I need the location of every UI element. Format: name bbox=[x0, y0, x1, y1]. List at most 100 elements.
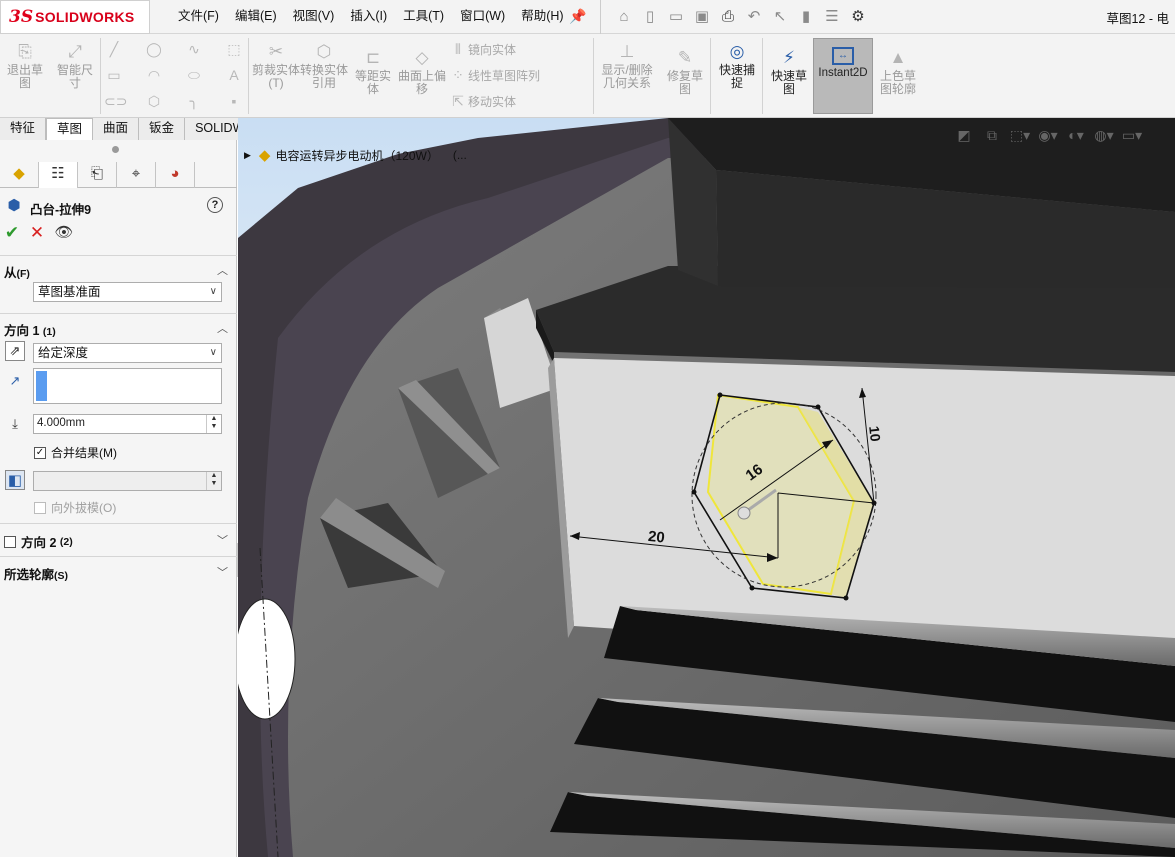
depth-spinner[interactable]: ▲ ▼ bbox=[206, 415, 221, 433]
section-view-icon[interactable]: ⧉ bbox=[978, 127, 1006, 144]
draft-outward-checkbox[interactable]: 向外拔模(O) bbox=[34, 499, 116, 516]
direction-reference-field[interactable] bbox=[33, 368, 222, 404]
horizontal-dimension-text[interactable]: 20 bbox=[647, 528, 665, 547]
file-properties-icon[interactable]: ☰ bbox=[819, 7, 845, 27]
circle-tool[interactable]: ◯ bbox=[144, 40, 164, 58]
help-button[interactable]: ? bbox=[207, 197, 223, 213]
dimxpert-tab-icon[interactable]: ⌖ bbox=[117, 162, 156, 188]
print-icon[interactable]: ⎙ bbox=[715, 7, 741, 27]
ellipse-tool[interactable]: ⬭ bbox=[184, 66, 204, 84]
display-delete-relations-button[interactable]: ⊥ 显示/删除几何关系 bbox=[596, 42, 658, 90]
select-icon[interactable]: ↖ bbox=[767, 7, 793, 27]
selected-contours-group-header[interactable]: 所选轮廓(S) bbox=[4, 564, 68, 583]
home-icon[interactable]: ⌂ bbox=[611, 7, 637, 27]
from-group-header[interactable]: 从(F) bbox=[4, 262, 30, 281]
direction1-label: 方向 1 bbox=[4, 324, 40, 338]
part-name: 电容运转异步电动机（120W） bbox=[275, 148, 439, 163]
smart-dimension-button[interactable]: ⤢ 智能尺寸 bbox=[52, 42, 98, 90]
rebuild-icon[interactable]: ▮ bbox=[793, 7, 819, 27]
tab-surfaces[interactable]: 曲面 bbox=[93, 118, 140, 140]
rectangle-tool[interactable]: ▭ bbox=[104, 66, 124, 84]
offset-entities-button[interactable]: ⊏ 等距实体 bbox=[350, 48, 396, 96]
fillet-tool[interactable]: ╮ bbox=[184, 92, 204, 110]
draft-spinner[interactable]: ▲ ▼ bbox=[206, 472, 221, 490]
display-style-icon[interactable]: ◉▾ bbox=[1034, 127, 1062, 144]
options-icon[interactable]: ⚙ bbox=[845, 7, 871, 27]
text-tool[interactable]: A bbox=[224, 66, 244, 84]
direction2-group-header[interactable]: 方向 2 (2) bbox=[4, 532, 73, 551]
offset-on-surface-button[interactable]: ◇ 曲面上偏移 bbox=[398, 48, 446, 96]
reverse-direction-icon[interactable]: ⇗ bbox=[5, 341, 25, 361]
cancel-button[interactable]: ✕ bbox=[27, 223, 47, 243]
checkbox-icon bbox=[4, 535, 16, 548]
draft-angle-input[interactable]: ▲ ▼ bbox=[33, 471, 222, 491]
menu-window[interactable]: 窗口(W) bbox=[452, 0, 513, 34]
convert-entities-button[interactable]: ⬡ 转换实体引用 bbox=[300, 42, 348, 90]
rectangle-icon: ▭ bbox=[107, 66, 121, 83]
chevron-up-icon[interactable]: ︿ bbox=[217, 320, 228, 336]
selected-contours-key: (S) bbox=[54, 570, 69, 582]
chevron-up-icon[interactable]: ︿ bbox=[217, 262, 228, 278]
new-document-icon[interactable]: ▯ bbox=[637, 7, 663, 27]
exit-sketch-button[interactable]: ⎘ 退出草图 bbox=[2, 42, 48, 90]
expand-arrow-icon[interactable]: ▶ bbox=[244, 150, 251, 161]
undo-icon[interactable]: ↶ bbox=[741, 7, 767, 27]
slot-tool[interactable]: ⊂⊃ bbox=[104, 92, 127, 110]
previous-view-icon[interactable]: ◩ bbox=[950, 127, 978, 144]
point-tool[interactable]: ▪ bbox=[224, 92, 244, 110]
menu-insert[interactable]: 插入(I) bbox=[342, 0, 395, 34]
view-settings-icon[interactable]: ▭▾ bbox=[1118, 127, 1146, 144]
end-condition-select[interactable]: 给定深度 ∨ bbox=[33, 343, 222, 363]
property-manager-tab-icon[interactable]: ☷ bbox=[39, 162, 78, 188]
menu-tools[interactable]: 工具(T) bbox=[395, 0, 452, 34]
trim-entities-button[interactable]: ✂ 剪裁实体(T) bbox=[252, 42, 300, 90]
rapid-sketch-button[interactable]: ⚡ 快速草图 bbox=[766, 48, 812, 96]
depth-input[interactable]: 4.000mm ▲ ▼ bbox=[33, 414, 222, 434]
chevron-down-icon[interactable]: ﹀ bbox=[217, 564, 228, 580]
draft-icon[interactable]: ◧ bbox=[5, 470, 25, 490]
vertical-dimension-text[interactable]: 10 bbox=[866, 425, 884, 442]
menu-help[interactable]: 帮助(H) bbox=[513, 0, 571, 34]
polygon-tool[interactable]: ⬡ bbox=[144, 92, 164, 110]
direction-arrow-icon: ↗ bbox=[9, 373, 21, 388]
direction1-group-header[interactable]: 方向 1 (1) bbox=[4, 320, 56, 339]
menu-edit[interactable]: 编辑(E) bbox=[227, 0, 285, 34]
arc-tool[interactable]: ◠ bbox=[144, 66, 164, 84]
move-entities-button[interactable]: ⇱ 移动实体 bbox=[448, 92, 516, 110]
display-manager-tab-icon[interactable]: ◕ bbox=[156, 162, 195, 188]
view-orientation-icon[interactable]: ⬚▾ bbox=[1006, 127, 1034, 144]
hide-show-items-icon[interactable]: ◐▾ bbox=[1062, 127, 1090, 144]
repair-sketch-button[interactable]: ✎ 修复草图 bbox=[662, 48, 708, 96]
line-tool[interactable]: ╱ bbox=[104, 40, 124, 58]
ribbon-separator bbox=[593, 38, 594, 114]
tab-sheet-metal[interactable]: 钣金 bbox=[139, 118, 186, 140]
edit-appearance-icon[interactable]: ◍▾ bbox=[1090, 127, 1118, 144]
menu-view[interactable]: 视图(V) bbox=[285, 0, 343, 34]
save-icon[interactable]: ▣ bbox=[689, 7, 715, 27]
configuration-manager-tab-icon[interactable]: ⎗ bbox=[78, 162, 117, 188]
spline-tool[interactable]: ∿ bbox=[184, 40, 204, 58]
ok-button[interactable]: ✔ bbox=[2, 223, 22, 243]
from-select[interactable]: 草图基准面 ∨ bbox=[33, 282, 222, 302]
shaded-sketch-contours-button[interactable]: ▲ 上色草图轮廓 bbox=[876, 48, 920, 96]
open-icon[interactable]: ▭ bbox=[663, 7, 689, 27]
chevron-down-icon[interactable]: ﹀ bbox=[217, 532, 228, 548]
feature-tree-tab-icon[interactable]: ◆ bbox=[0, 162, 39, 188]
merge-result-checkbox[interactable]: ✓ 合并结果(M) bbox=[34, 444, 117, 461]
mirror-entities-button[interactable]: ⫴ 镜向实体 bbox=[448, 40, 516, 58]
linear-pattern-button[interactable]: ⁘ 线性草图阵列 bbox=[448, 66, 540, 84]
feature-tree-flyout[interactable]: ▶ ◆ 电容运转异步电动机（120W） (... bbox=[244, 146, 467, 164]
tab-features[interactable]: 特征 bbox=[0, 118, 47, 140]
construction-geometry-tool[interactable]: ⬚ bbox=[224, 40, 244, 58]
graphics-area[interactable]: 16 20 10 ▶ ◆ 电容运转异步电动机（120W） (... ◩ ⧉ ⬚▾… bbox=[238, 118, 1175, 857]
linear-pattern-icon: ⁘ bbox=[452, 66, 464, 83]
preview-eye-icon[interactable]: 👁 bbox=[54, 223, 74, 243]
solidworks-logo[interactable]: 3S SOLIDWORKS bbox=[0, 0, 150, 34]
quick-snaps-button[interactable]: ◎ 快速捕捉 bbox=[714, 42, 760, 90]
menu-file[interactable]: 文件(F) bbox=[170, 0, 227, 34]
solidworks-window: 3S SOLIDWORKS 文件(F) 编辑(E) 视图(V) 插入(I) 工具… bbox=[0, 0, 1175, 857]
pin-icon[interactable]: 📌 bbox=[569, 8, 586, 24]
tab-sketch[interactable]: 草图 bbox=[46, 118, 94, 140]
panel-grip[interactable] bbox=[112, 146, 119, 153]
instant2d-button[interactable]: ↔ Instant2D bbox=[813, 38, 873, 114]
